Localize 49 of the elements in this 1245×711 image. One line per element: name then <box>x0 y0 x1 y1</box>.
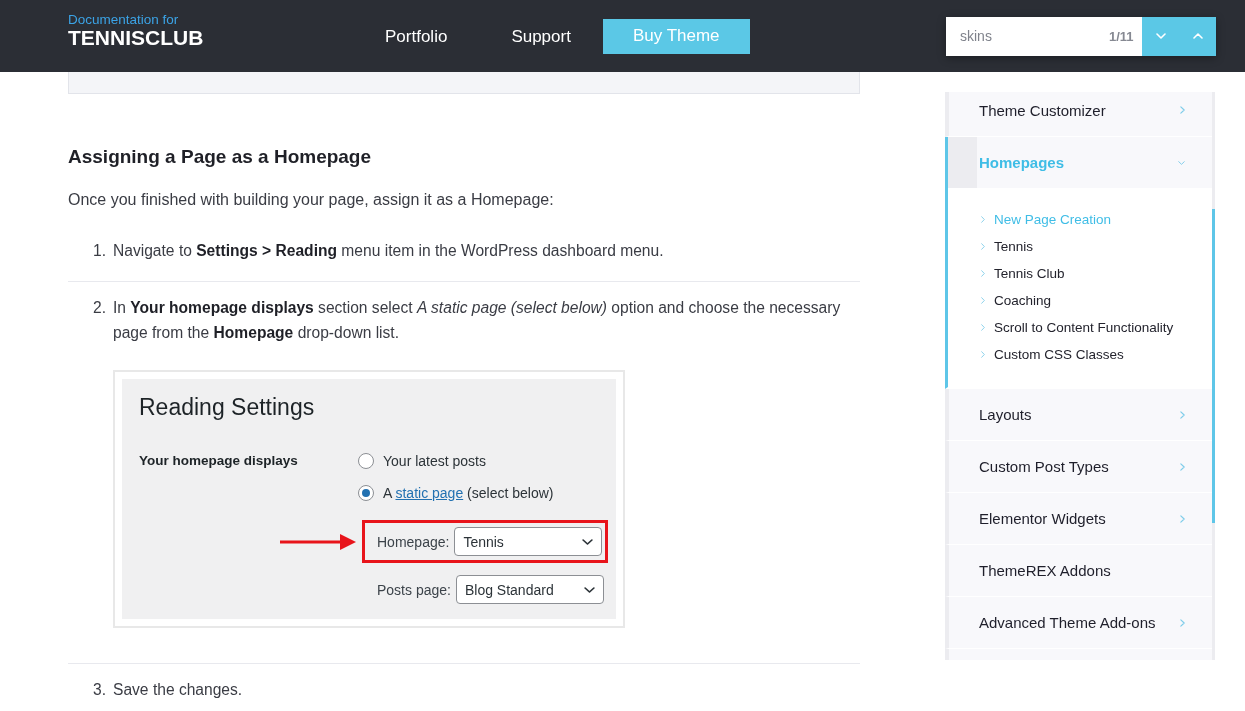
step-number: 1. <box>93 241 107 261</box>
submenu-item[interactable]: Tennis Club <box>981 260 1212 287</box>
intro-text: Once you finished with building your page, assign it as a Homepage: <box>68 190 555 210</box>
step-text: In Your homepage displays section select A static page (select below) option and choose the necessary page from the Homepage drop-down list. <box>113 298 842 343</box>
radio-button[interactable] <box>358 485 374 501</box>
step-text: Save the changes. <box>113 680 244 700</box>
chevron-right-icon <box>981 216 985 223</box>
chevron-right-icon <box>981 351 985 358</box>
chevron-right-icon <box>1180 106 1185 114</box>
chevron-right-icon <box>1180 410 1185 419</box>
chevron-down-icon <box>582 538 594 545</box>
chevron-right-icon <box>981 243 985 250</box>
settings-title: Reading Settings <box>139 393 316 421</box>
dropdown-field[interactable]: Blog Standard <box>455 575 604 604</box>
chevron-right-icon <box>1180 618 1185 627</box>
submenu-item[interactable]: Custom CSS Classes <box>981 341 1212 368</box>
dropdown-field[interactable]: Tennis <box>454 527 603 556</box>
chevron-right-icon <box>981 270 985 277</box>
chevron-right-icon <box>1180 462 1185 471</box>
section-heading: Assigning a Page as a Homepage <box>68 145 373 169</box>
step-text: Navigate to Settings > Reading menu item in the WordPress dashboard menu. <box>113 241 665 261</box>
chevron-right-icon <box>981 297 985 304</box>
radio-label: A static page (select below) <box>383 485 554 501</box>
chevron-right-icon <box>1180 514 1185 523</box>
result-count: 1/11 <box>1109 16 1142 56</box>
search-field[interactable]: skins <box>946 16 1109 56</box>
step-number: 3. <box>93 680 107 700</box>
previous-result-button[interactable] <box>1179 16 1216 56</box>
submenu-item[interactable]: Tennis <box>981 233 1212 260</box>
submenu-item[interactable]: Coaching <box>981 287 1212 314</box>
logo-title[interactable]: TENNISCLUB <box>68 27 204 48</box>
radio-button[interactable] <box>358 453 374 469</box>
chevron-up-icon <box>1192 33 1203 39</box>
nav-link[interactable]: Portfolio <box>353 18 480 54</box>
scrollbar-thumb[interactable] <box>1212 209 1215 523</box>
chevron-down-icon <box>1155 33 1166 39</box>
inline-link[interactable]: static page <box>395 485 464 501</box>
step-number: 2. <box>93 298 107 318</box>
select-label: Homepage: <box>377 533 450 550</box>
select-label: Posts page: <box>377 581 451 598</box>
chevron-right-icon <box>981 324 985 331</box>
field-label: Your homepage displays <box>139 452 299 470</box>
next-result-button[interactable] <box>1142 16 1179 56</box>
radio-label: Your latest posts <box>383 453 486 469</box>
nav-link[interactable]: Support <box>479 18 603 54</box>
chevron-down-icon <box>583 586 595 593</box>
chevron-down-icon <box>1178 160 1185 165</box>
logo-subtitle: Documentation for <box>68 13 179 27</box>
submenu-item[interactable]: Scroll to Content Functionality <box>981 314 1212 341</box>
